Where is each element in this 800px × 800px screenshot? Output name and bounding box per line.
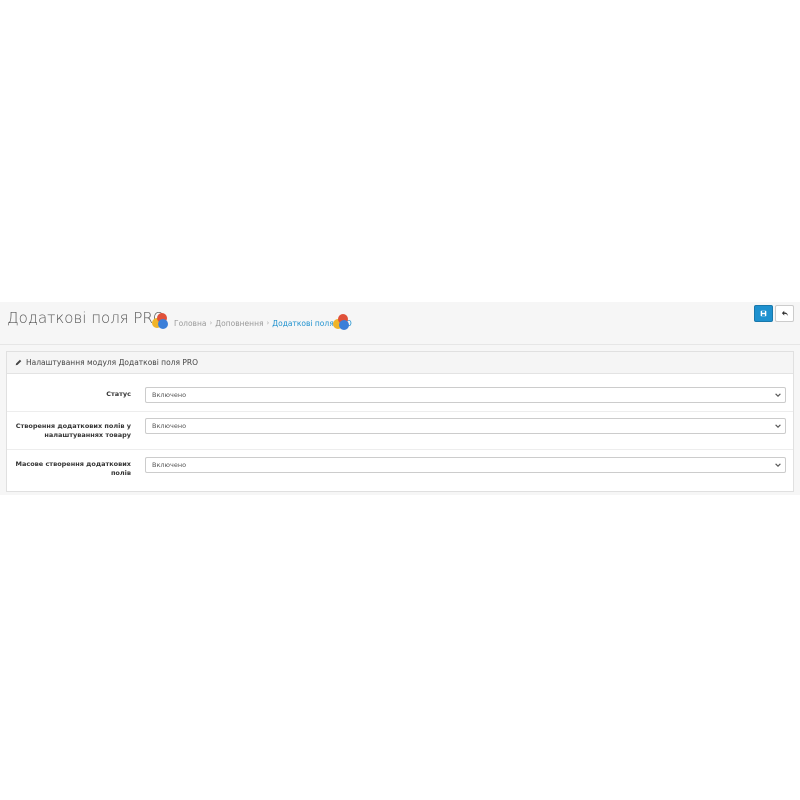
select-value: Включено — [152, 461, 187, 469]
form-row-bulk-create: Масове створення додаткових полів Включе… — [7, 449, 793, 491]
pencil-icon — [15, 359, 22, 366]
brand-logo-icon — [152, 313, 168, 329]
content-area: Додаткові поля PRO Головна › Доповнення … — [0, 302, 800, 495]
field-label: Статус — [106, 390, 131, 398]
breadcrumb: Головна › Доповнення › Додаткові поля PR… — [174, 317, 352, 329]
select-value: Включено — [152, 391, 187, 399]
product-fields-select[interactable]: Включено — [145, 418, 786, 434]
breadcrumb-separator: › — [266, 319, 270, 327]
breadcrumb-home[interactable]: Головна — [174, 319, 206, 328]
status-select[interactable]: Включено — [145, 387, 786, 403]
back-button[interactable] — [775, 305, 794, 322]
page-header: Додаткові поля PRO Головна › Доповнення … — [0, 302, 800, 345]
field-label: Масове створення додаткових полів — [15, 460, 132, 477]
brand-logo-icon — [333, 314, 349, 330]
select-value: Включено — [152, 422, 187, 430]
form-row-product-fields: Створення додаткових полів у налаштуванн… — [7, 411, 793, 450]
chevron-down-icon — [775, 424, 781, 428]
panel-heading: Налаштування модуля Додаткові поля PRO — [7, 352, 793, 374]
field-label: Створення додаткових полів у налаштуванн… — [15, 422, 131, 439]
save-button[interactable] — [754, 305, 773, 322]
page-title: Додаткові поля PRO — [7, 309, 165, 327]
chevron-down-icon — [775, 393, 781, 397]
settings-panel: Налаштування модуля Додаткові поля PRO С… — [6, 351, 794, 492]
breadcrumb-extensions[interactable]: Доповнення — [215, 319, 263, 328]
form-row-status: Статус Включено — [7, 374, 793, 412]
panel-heading-text: Налаштування модуля Додаткові поля PRO — [26, 358, 198, 367]
save-icon — [760, 310, 767, 317]
bulk-create-select[interactable]: Включено — [145, 457, 786, 473]
reply-icon — [781, 310, 788, 317]
chevron-down-icon — [775, 463, 781, 467]
breadcrumb-separator: › — [209, 319, 213, 327]
